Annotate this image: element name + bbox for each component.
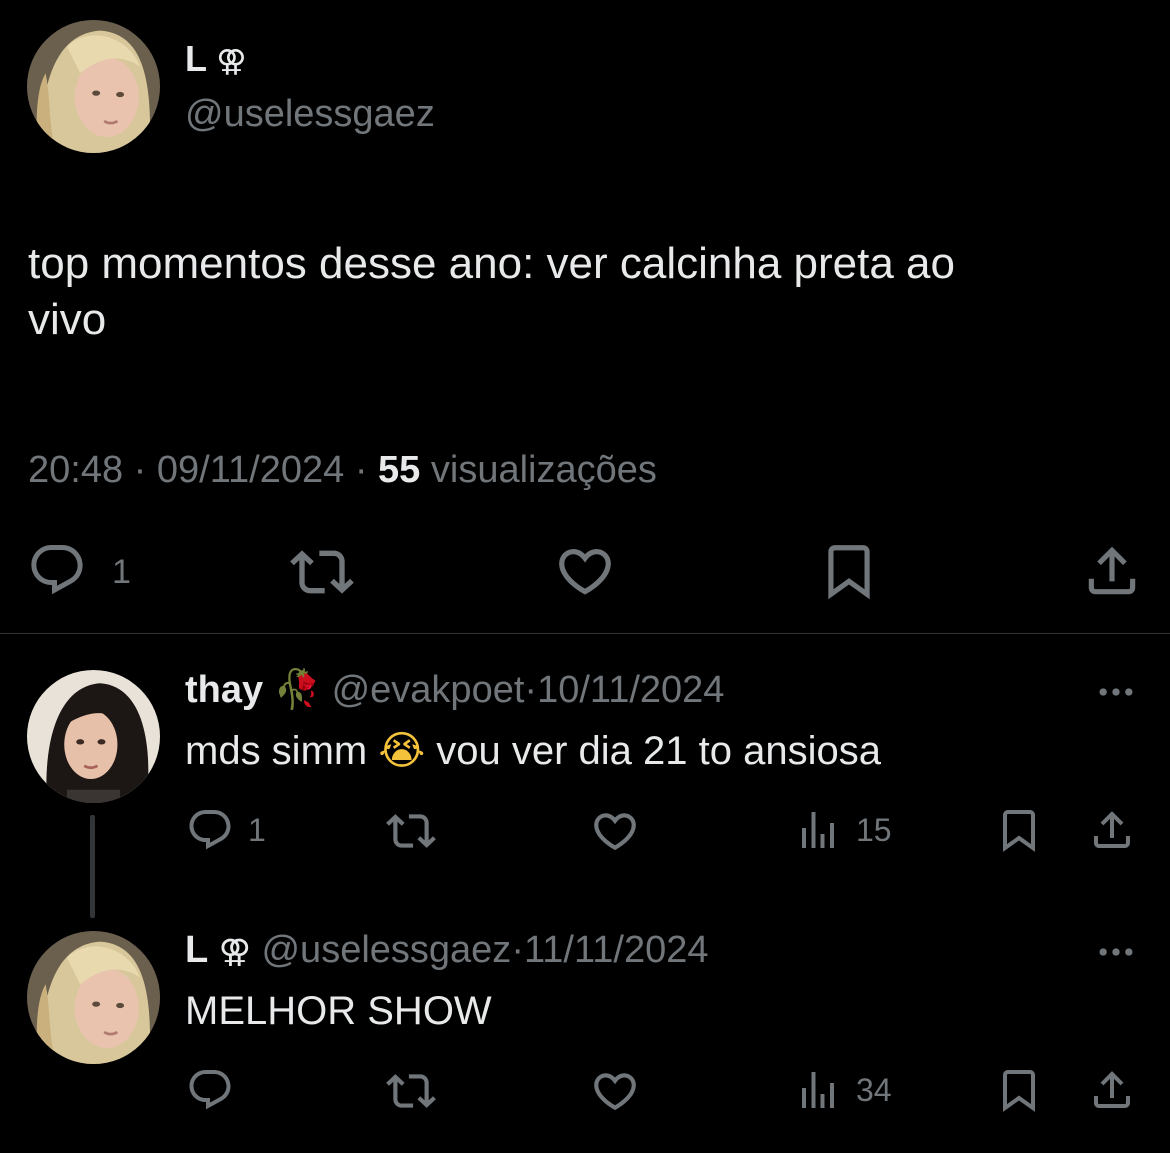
tweet-text: top momentos desse ano: ver calcinha pre…	[28, 236, 1148, 348]
views-icon[interactable]	[794, 1066, 842, 1114]
views-label: visualizações	[430, 449, 657, 491]
reply-header: thay 🥀 @evakpoet·10/11/2024	[185, 665, 724, 714]
crying-emoji: 😭	[378, 728, 426, 774]
reply-text-part: vou ver dia 21 to ansiosa	[436, 729, 881, 773]
tweet-date[interactable]: 09/11/2024	[157, 449, 344, 491]
thread-line	[90, 815, 95, 918]
author-handle[interactable]: @evakpoet	[332, 669, 525, 711]
reply-count: 1	[248, 812, 266, 848]
divider	[0, 633, 1170, 634]
tweet-text-line: vivo	[28, 295, 107, 344]
views-count: 34	[856, 1072, 892, 1108]
reply-header: L ⚢ @uselessgaez·11/11/2024	[185, 926, 709, 975]
retweet-icon[interactable]	[386, 806, 436, 856]
tweet-date[interactable]: 11/11/2024	[524, 929, 709, 971]
share-icon[interactable]	[1088, 1066, 1136, 1114]
bookmark-icon[interactable]	[818, 540, 880, 602]
views-count: 55	[378, 449, 421, 491]
name-emoji: ⚢	[216, 44, 247, 79]
views-count: 15	[856, 812, 892, 848]
more-icon[interactable]	[1094, 670, 1138, 714]
tweet-meta: 20:48 · 09/11/2024 · 55 visualizações	[28, 448, 657, 492]
display-name[interactable]: thay	[185, 669, 263, 711]
views-icon[interactable]	[794, 806, 842, 854]
bookmark-icon[interactable]	[995, 806, 1043, 854]
author-handle[interactable]: @uselessgaez	[185, 92, 435, 136]
avatar[interactable]	[27, 20, 160, 153]
more-icon[interactable]	[1094, 930, 1138, 974]
retweet-icon[interactable]	[386, 1066, 436, 1116]
reply-icon[interactable]	[186, 806, 234, 854]
reply-icon[interactable]	[186, 1066, 234, 1114]
retweet-icon[interactable]	[290, 540, 354, 604]
like-icon[interactable]	[590, 1066, 640, 1116]
name-emoji: 🥀	[273, 667, 322, 711]
display-name: L	[185, 38, 207, 79]
reply-text-part: mds simm	[185, 729, 368, 773]
separator: ·	[133, 449, 147, 491]
tweet-text-line: top momentos desse ano: ver calcinha pre…	[28, 239, 955, 288]
tweet-time[interactable]: 20:48	[28, 449, 123, 491]
reply-icon[interactable]	[27, 540, 87, 600]
bookmark-icon[interactable]	[995, 1066, 1043, 1114]
author-name[interactable]: L ⚢	[185, 38, 247, 83]
share-icon[interactable]	[1081, 540, 1143, 602]
tweet-date[interactable]: 10/11/2024	[537, 669, 724, 711]
reply-text: mds simm 😭 vou ver dia 21 to ansiosa	[185, 727, 881, 775]
separator: ·	[354, 449, 368, 491]
like-icon[interactable]	[554, 540, 616, 602]
reply-count: 1	[112, 553, 131, 591]
avatar[interactable]	[27, 931, 160, 1064]
reply-text: MELHOR SHOW	[185, 989, 492, 1033]
like-icon[interactable]	[590, 806, 640, 856]
name-emoji: ⚢	[218, 932, 251, 970]
display-name[interactable]: L	[185, 929, 208, 971]
share-icon[interactable]	[1088, 806, 1136, 854]
author-handle[interactable]: @uselessgaez	[261, 929, 511, 971]
separator: ·	[511, 929, 524, 971]
separator: ·	[524, 669, 538, 711]
avatar[interactable]	[27, 670, 160, 803]
